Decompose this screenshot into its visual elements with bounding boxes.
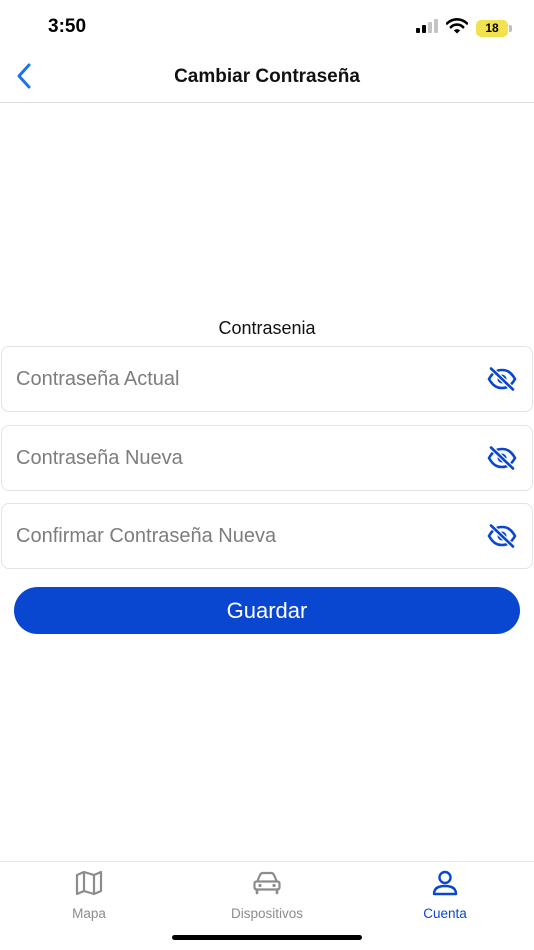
save-button[interactable]: Guardar <box>14 587 520 634</box>
tab-mapa[interactable]: Mapa <box>0 868 178 928</box>
wifi-icon <box>445 17 469 39</box>
eye-slash-icon[interactable] <box>486 366 518 392</box>
change-password-screen: 3:50 18 Cambiar Contraseña Contrasenia G… <box>0 0 534 950</box>
nav-bar: Cambiar Contraseña <box>0 56 534 103</box>
new-password-input[interactable] <box>16 426 476 490</box>
form-section-label: Contrasenia <box>218 318 316 338</box>
confirm-password-input[interactable] <box>16 504 476 568</box>
tab-cuenta[interactable]: Cuenta <box>356 868 534 928</box>
status-time: 3:50 <box>48 16 87 37</box>
eye-slash-icon[interactable] <box>486 445 518 471</box>
cellular-signal-icon <box>416 18 438 38</box>
tab-label: Cuenta <box>423 906 467 921</box>
new-password-field <box>1 425 533 491</box>
map-icon <box>74 868 104 898</box>
tab-label: Mapa <box>72 906 106 921</box>
user-icon <box>430 868 460 898</box>
battery-level: 18 <box>485 21 499 35</box>
home-indicator <box>172 935 362 940</box>
confirm-password-field <box>1 503 533 569</box>
status-bar: 3:50 18 <box>0 0 534 56</box>
tab-label: Dispositivos <box>230 906 304 921</box>
status-icons: 18 <box>416 17 512 39</box>
current-password-input[interactable] <box>16 347 476 411</box>
page-title: Cambiar Contraseña <box>174 66 360 87</box>
car-icon <box>252 868 282 898</box>
tab-dispositivos[interactable]: Dispositivos <box>178 868 356 928</box>
eye-slash-icon[interactable] <box>486 523 518 549</box>
current-password-field <box>1 346 533 412</box>
battery-icon: 18 <box>476 19 512 37</box>
battery-cap <box>509 24 512 32</box>
